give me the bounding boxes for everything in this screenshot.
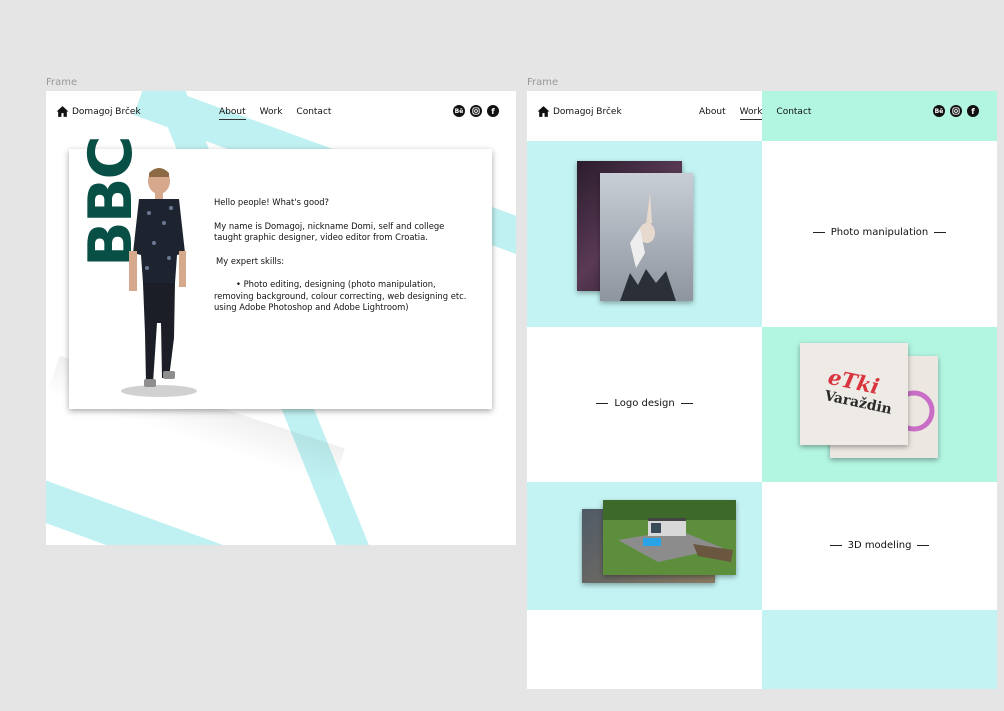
- about-card: BBC Hello people! What's good? My name i…: [69, 138, 492, 409]
- work-frame: Photo manipulation Logo design 3D modeli…: [527, 91, 997, 689]
- photo-manipulation-cell[interactable]: Photo manipulation: [762, 141, 997, 327]
- behance-icon[interactable]: Bē: [933, 105, 945, 117]
- 3d-modeling-cell[interactable]: 3D modeling: [762, 482, 997, 610]
- behance-icon[interactable]: Bē: [453, 105, 465, 117]
- social-links: Bē f: [453, 105, 499, 117]
- nav-contact[interactable]: Contact: [296, 107, 331, 120]
- bio-skills-item: • Photo editing, designing (photo manipu…: [214, 279, 467, 312]
- frame-label-work: Frame: [527, 77, 559, 88]
- empty-cell: [527, 610, 762, 689]
- nav-about[interactable]: About: [219, 107, 246, 120]
- nav-contact[interactable]: Contact: [776, 107, 811, 120]
- logo-thumb: eTki Varaždin: [800, 343, 908, 445]
- brand[interactable]: Domagoj Brček: [56, 105, 141, 118]
- 3d-modeling-thumb: [603, 500, 736, 575]
- about-frame: Domagoj Brček About Work Contact Bē f BB…: [46, 91, 516, 545]
- top-nav: Domagoj Brček About Work Contact Bē f: [527, 91, 997, 131]
- brand[interactable]: Domagoj Brček: [537, 105, 622, 118]
- bio-intro: My name is Domagoj, nickname Domi, self …: [214, 220, 445, 243]
- empty-cell: [762, 610, 997, 689]
- social-links: Bē f: [933, 105, 979, 117]
- nav-menu: About Work Contact: [219, 107, 331, 120]
- facebook-icon[interactable]: f: [967, 105, 979, 117]
- nav-work[interactable]: Work: [260, 107, 283, 120]
- facebook-icon[interactable]: f: [487, 105, 499, 117]
- nav-menu: About Work Contact: [699, 107, 811, 120]
- bio-text: Hello people! What's good? My name is Do…: [214, 197, 469, 326]
- brand-name: Domagoj Brček: [72, 106, 141, 117]
- home-icon: [537, 106, 550, 117]
- nav-work[interactable]: Work: [739, 107, 763, 120]
- photo-manipulation-label: Photo manipulation: [830, 227, 929, 238]
- 3d-modeling-label: 3D modeling: [847, 540, 912, 551]
- photo-manipulation-thumb: [600, 173, 693, 301]
- bio-skills-heading: My expert skills:: [216, 255, 285, 266]
- top-nav: Domagoj Brček About Work Contact Bē f: [46, 91, 516, 131]
- home-icon: [56, 106, 69, 117]
- nav-about[interactable]: About: [699, 107, 726, 120]
- logo-design-cell[interactable]: Logo design: [527, 327, 762, 482]
- brand-name: Domagoj Brček: [553, 106, 622, 117]
- instagram-icon[interactable]: [470, 105, 482, 117]
- instagram-icon[interactable]: [950, 105, 962, 117]
- logo-design-label: Logo design: [614, 398, 675, 409]
- person-photo: [121, 168, 197, 397]
- bio-greeting: Hello people! What's good?: [214, 197, 329, 207]
- frame-label-about: Frame: [46, 77, 78, 88]
